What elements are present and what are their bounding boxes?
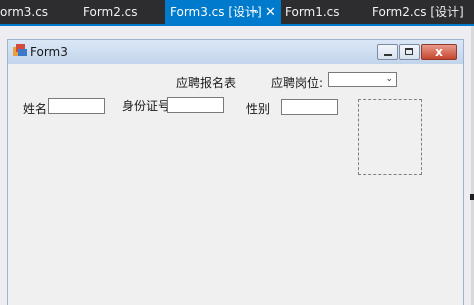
tab-form1-cs[interactable]: Form1.cs (285, 0, 355, 24)
gender-label: 性别 (246, 102, 271, 116)
id-number-label: 身份证号 (122, 99, 171, 113)
tab-form3-cs-partial[interactable]: orm3.cs (0, 0, 70, 24)
designer-surface: Form3 x 应聘报名表 应聘岗位: ⌄ 姓名 身份证号 性别 (0, 26, 474, 305)
close-icon: x (435, 45, 443, 59)
tab-form2-design[interactable]: Form2.cs [设计] (372, 0, 472, 24)
tab-label: orm3.cs (0, 5, 49, 19)
pin-icon[interactable]: ⊸ (250, 0, 258, 25)
position-combobox[interactable]: ⌄ (328, 72, 397, 87)
tab-form2-cs[interactable]: Form2.cs (83, 0, 153, 24)
maximize-button[interactable] (399, 44, 420, 60)
tab-label: Form3.cs [设计] (170, 5, 262, 19)
close-button[interactable]: x (421, 44, 457, 60)
form-heading-label: 应聘报名表 (176, 76, 237, 90)
close-tab-icon[interactable]: ✕ (265, 0, 276, 25)
chevron-down-icon: ⌄ (385, 74, 393, 84)
position-label: 应聘岗位: (271, 76, 324, 90)
form-icon (13, 44, 27, 56)
gender-textbox[interactable] (281, 99, 338, 115)
tab-label: Form2.cs [设计] (372, 5, 464, 19)
tab-form3-design[interactable]: Form3.cs [设计] ⊸ ✕ (165, 0, 281, 24)
resize-handle[interactable] (470, 194, 474, 200)
minimize-button[interactable] (377, 44, 398, 60)
tab-label: Form1.cs (285, 5, 340, 19)
form-title: Form3 (30, 45, 68, 59)
name-textbox[interactable] (48, 98, 105, 114)
id-number-textbox[interactable] (167, 97, 224, 113)
form-window[interactable]: Form3 x 应聘报名表 应聘岗位: ⌄ 姓名 身份证号 性别 (7, 39, 464, 305)
name-label: 姓名 (23, 102, 48, 116)
photo-picturebox[interactable] (358, 99, 422, 175)
form-client-area: 应聘报名表 应聘岗位: ⌄ 姓名 身份证号 性别 (12, 64, 459, 305)
maximize-icon (405, 48, 413, 55)
minimize-icon (384, 54, 392, 56)
document-tab-strip: orm3.cs Form2.cs Form3.cs [设计] ⊸ ✕ Form1… (0, 0, 474, 24)
form-titlebar[interactable]: Form3 x (8, 40, 463, 64)
tab-label: Form2.cs (83, 5, 138, 19)
